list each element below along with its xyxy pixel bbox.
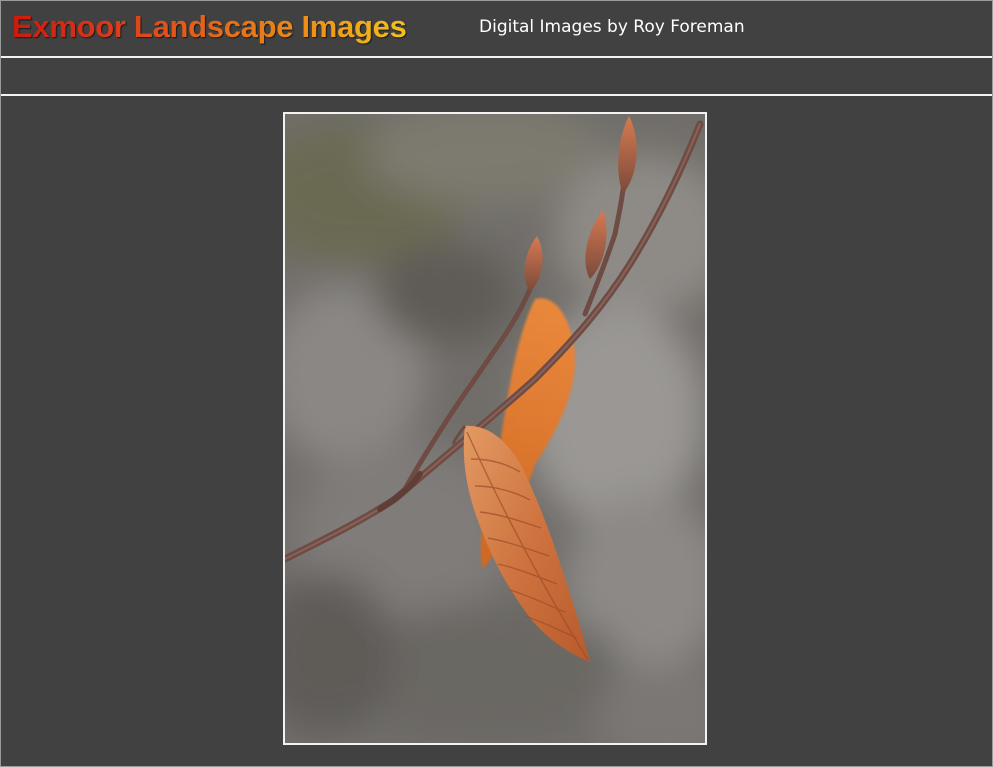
beech-leaf-photo-icon [285,114,705,743]
site-byline: Digital Images by Roy Foreman [479,17,745,37]
site-title[interactable]: Exmoor Landscape Images [12,8,407,46]
site-header: Exmoor Landscape Images Digital Images b… [0,0,993,58]
photo-frame[interactable] [283,112,707,745]
nav-bar [0,58,993,96]
page: Exmoor Landscape Images Digital Images b… [0,0,993,767]
